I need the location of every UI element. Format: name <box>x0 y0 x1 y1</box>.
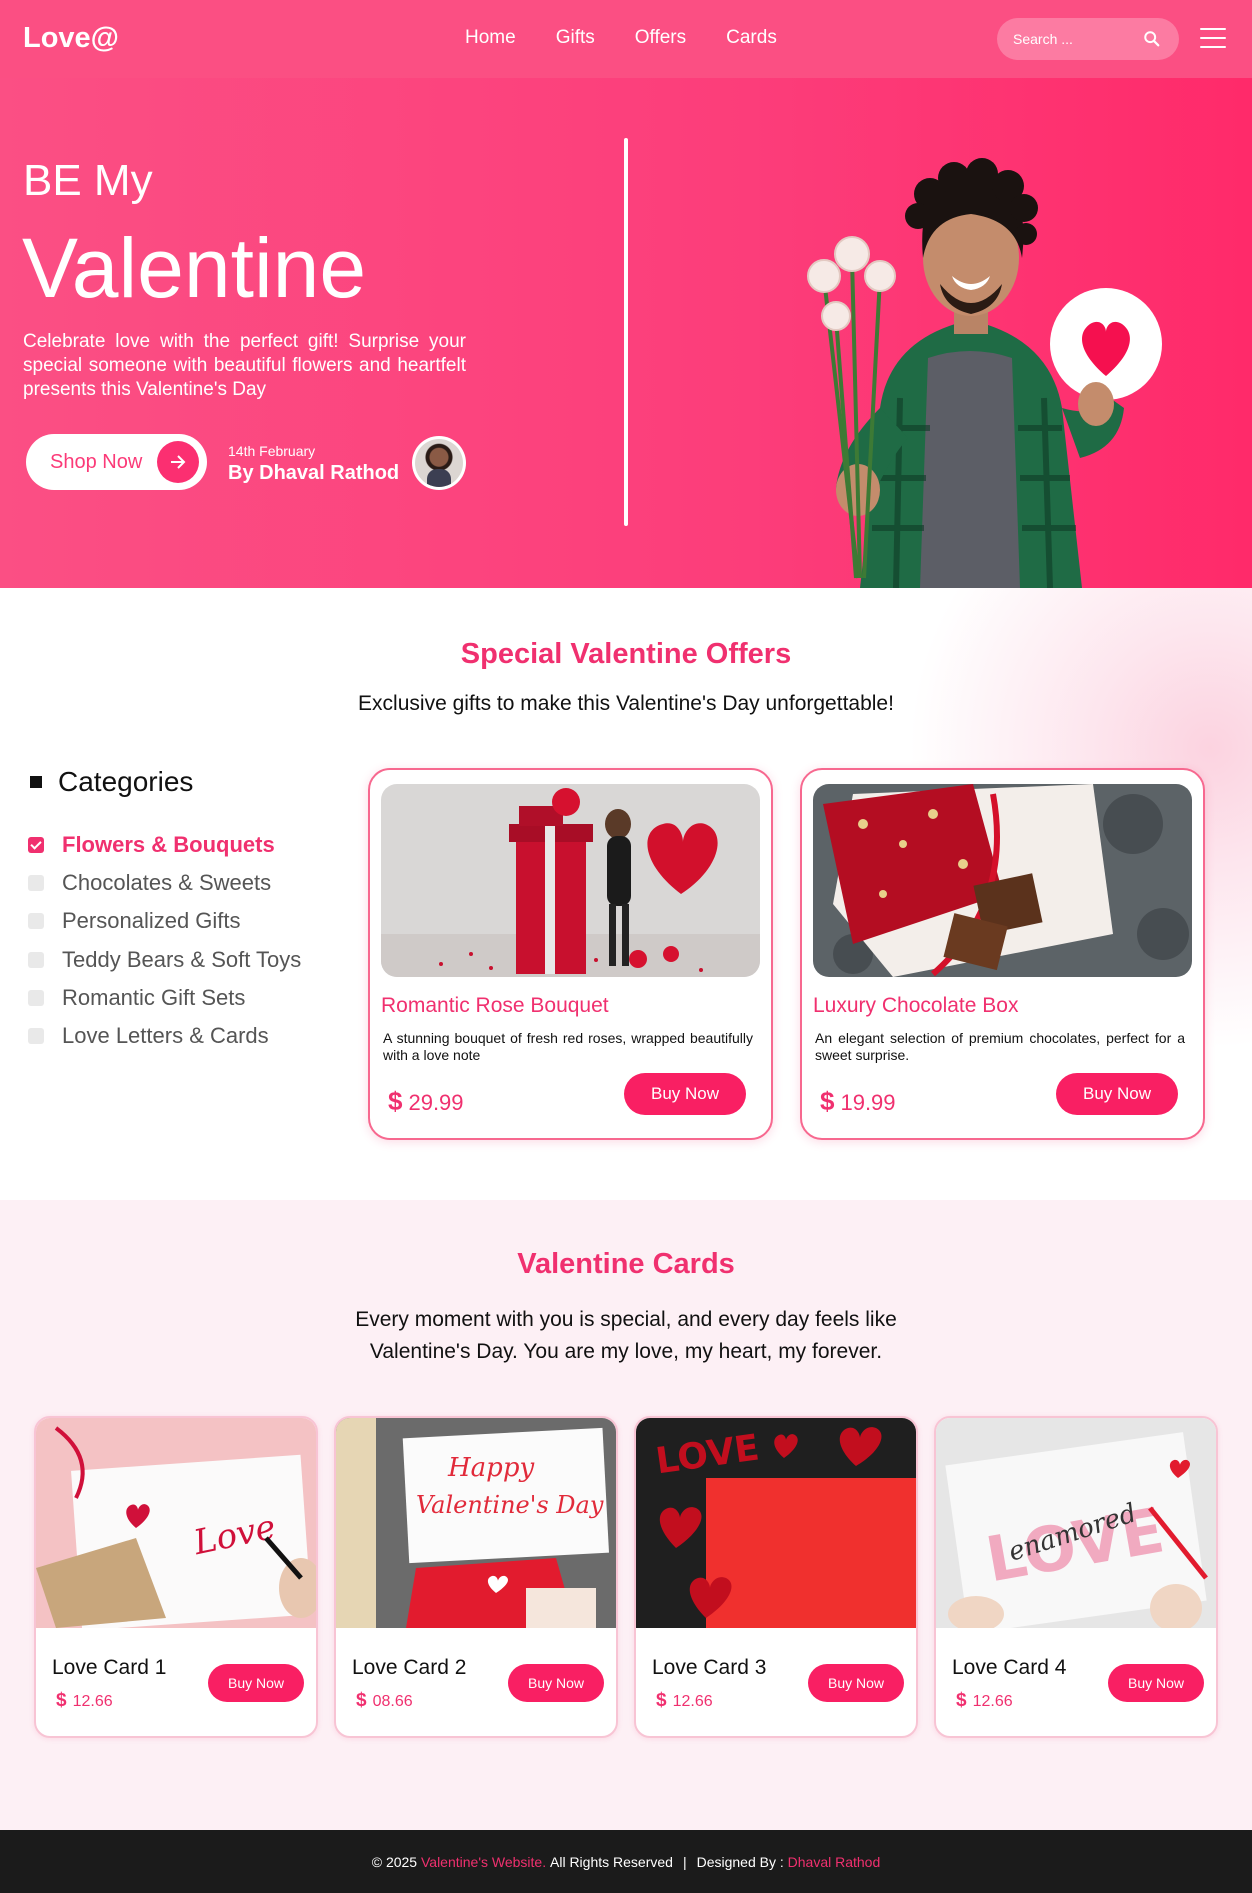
love-card: LOVE enamored Love Card 4 $12.66 Buy Now <box>934 1416 1218 1738</box>
offers-section: Special Valentine Offers Exclusive gifts… <box>0 588 1252 1200</box>
offers-title: Special Valentine Offers <box>460 638 792 670</box>
love-card: LOVE Love Card 3 $12.66 Buy Now <box>634 1416 918 1738</box>
offers-subtitle: Exclusive gifts to make this Valentine's… <box>358 692 894 715</box>
footer-copyright: © 2025 <box>371 1853 418 1870</box>
buy-now-button[interactable]: Buy Now <box>1056 1073 1178 1115</box>
category-gift-sets[interactable]: Romantic Gift Sets <box>28 979 301 1017</box>
product-description: An elegant selection of premium chocolat… <box>815 1030 1185 1063</box>
footer-rights: All Rights Reserved <box>550 1853 673 1870</box>
hero-description: Celebrate love with the perfect gift! Su… <box>23 331 466 400</box>
nav-link-offers[interactable]: Offers <box>635 27 686 49</box>
product-title: Romantic Rose Bouquet <box>381 994 609 1017</box>
category-personalized[interactable]: Personalized Gifts <box>28 902 301 940</box>
dollar-icon: $ <box>656 1690 667 1711</box>
nav-link-cards[interactable]: Cards <box>726 27 777 49</box>
hero-date: 14th February <box>228 443 316 459</box>
product-card: Romantic Rose Bouquet A stunning bouquet… <box>368 768 773 1140</box>
card-name: Love Card 1 <box>52 1656 167 1679</box>
site-logo[interactable]: Love@ <box>23 22 119 55</box>
product-title: Luxury Chocolate Box <box>813 994 1019 1017</box>
card-image: LOVE <box>636 1418 916 1628</box>
product-description: A stunning bouquet of fresh red roses, w… <box>383 1030 753 1063</box>
card-price: $12.66 <box>956 1690 1013 1711</box>
buy-now-button[interactable]: Buy Now <box>1108 1664 1204 1702</box>
hero-title: Valentine <box>22 221 367 315</box>
shop-now-button[interactable]: Shop Now <box>26 434 207 490</box>
love-card: Love Love Card 1 $12.66 Buy Now <box>34 1416 318 1738</box>
dollar-icon: $ <box>956 1690 967 1711</box>
svg-text:Valentine's Day: Valentine's Day <box>416 1491 604 1519</box>
checkbox-icon[interactable] <box>28 1028 44 1045</box>
nav-links: Home Gifts Offers Cards <box>465 27 777 49</box>
card-name: Love Card 3 <box>652 1656 767 1679</box>
card-name: Love Card 2 <box>352 1656 467 1679</box>
dollar-icon: $ <box>820 1086 835 1116</box>
nav-link-home[interactable]: Home <box>465 27 516 49</box>
svg-text:Happy: Happy <box>447 1453 534 1483</box>
product-image <box>381 784 760 977</box>
checkbox-icon[interactable] <box>28 989 44 1006</box>
card-name: Love Card 4 <box>952 1656 1067 1679</box>
card-price: $12.66 <box>656 1690 713 1711</box>
card-price: $12.66 <box>56 1690 113 1711</box>
checkbox-icon[interactable] <box>28 913 44 930</box>
category-teddy-bears[interactable]: Teddy Bears & Soft Toys <box>28 941 301 979</box>
dollar-icon: $ <box>356 1690 367 1711</box>
buy-now-button[interactable]: Buy Now <box>808 1664 904 1702</box>
buy-now-button[interactable]: Buy Now <box>624 1073 746 1115</box>
card-image: LOVE enamored <box>936 1418 1216 1628</box>
dollar-icon: $ <box>388 1086 403 1116</box>
buy-now-button[interactable]: Buy Now <box>508 1664 604 1702</box>
cards-subtitle: Every moment with you is special, and ev… <box>355 1308 897 1363</box>
cards-title: Valentine Cards <box>517 1248 735 1280</box>
footer-separator: | <box>682 1853 687 1870</box>
checkbox-icon[interactable] <box>28 837 44 854</box>
hero-subtitle: BE My <box>23 156 153 205</box>
checkbox-icon[interactable] <box>28 875 44 892</box>
footer-designed-by: Designed By : <box>696 1853 784 1870</box>
bullet-icon <box>30 776 42 788</box>
search-box <box>997 18 1179 60</box>
valentine-cards-section: Valentine Cards Every moment with you is… <box>0 1200 1252 1830</box>
categories-list: Flowers & Bouquets Chocolates & Sweets P… <box>28 826 301 1055</box>
nav-link-gifts[interactable]: Gifts <box>556 27 595 49</box>
card-image: Happy Valentine's Day <box>336 1418 616 1628</box>
love-card: Happy Valentine's Day Love Card 2 $08.66… <box>334 1416 618 1738</box>
product-card: Luxury Chocolate Box An elegant selectio… <box>800 768 1205 1140</box>
checkbox-icon[interactable] <box>28 951 44 968</box>
author-avatar <box>412 436 466 490</box>
shop-now-label: Shop Now <box>50 450 143 473</box>
top-navbar: Love@ Home Gifts Offers Cards <box>0 0 1252 78</box>
categories-heading: Categories <box>30 766 193 798</box>
search-input[interactable] <box>1013 31 1133 47</box>
menu-icon[interactable] <box>1200 28 1226 48</box>
product-price: $19.99 <box>820 1086 896 1116</box>
footer: © 2025 Valentine's Website. All Rights R… <box>0 1830 1252 1893</box>
dollar-icon: $ <box>56 1690 67 1711</box>
category-chocolates[interactable]: Chocolates & Sweets <box>28 864 301 902</box>
arrow-right-icon <box>157 441 199 483</box>
search-icon[interactable] <box>1143 30 1161 48</box>
buy-now-button[interactable]: Buy Now <box>208 1664 304 1702</box>
product-price: $29.99 <box>388 1086 464 1116</box>
hero-author: By Dhaval Rathod <box>228 462 400 484</box>
hero-divider <box>624 138 628 526</box>
category-flowers[interactable]: Flowers & Bouquets <box>28 826 301 864</box>
card-price: $08.66 <box>356 1690 413 1711</box>
product-image <box>813 784 1192 977</box>
hero-section: BE My Valentine Celebrate love with the … <box>0 78 1252 588</box>
card-image: Love <box>36 1418 316 1628</box>
hero-person-image <box>807 158 1162 588</box>
footer-designer-link[interactable]: Dhaval Rathod <box>788 1854 881 1870</box>
category-love-letters[interactable]: Love Letters & Cards <box>28 1017 301 1055</box>
footer-site-link[interactable]: Valentine's Website. <box>421 1854 546 1870</box>
